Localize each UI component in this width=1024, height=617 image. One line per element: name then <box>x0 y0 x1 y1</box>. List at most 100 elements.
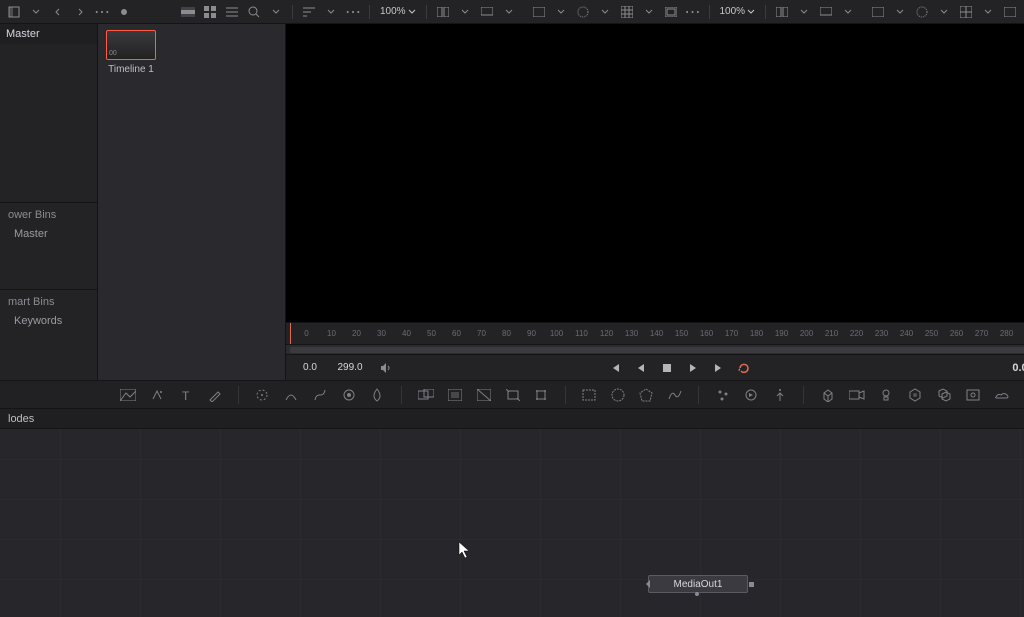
zoom-left[interactable]: 100% <box>376 6 420 17</box>
strip-view-icon[interactable] <box>178 2 198 22</box>
nav-back-icon[interactable] <box>48 2 68 22</box>
chevron-down-icon[interactable] <box>595 2 615 22</box>
merge-tool-icon[interactable] <box>418 385 434 405</box>
ellipsis-icon[interactable]: ⋯ <box>92 2 112 22</box>
more-icon[interactable]: ⋯ <box>343 2 363 22</box>
polygon-mask-icon[interactable] <box>639 385 654 405</box>
loop-icon[interactable] <box>735 358 755 378</box>
chevron-down-icon[interactable] <box>266 2 286 22</box>
nav-fwd-icon[interactable] <box>70 2 90 22</box>
ruler-tick: 240 <box>894 329 919 338</box>
ruler-tick: 230 <box>869 329 894 338</box>
prender-tool-icon[interactable] <box>744 385 759 405</box>
go-end-icon[interactable] <box>709 358 729 378</box>
blur-tool-icon[interactable] <box>370 385 385 405</box>
play-icon[interactable] <box>683 358 703 378</box>
brightness-tool-icon[interactable] <box>284 385 299 405</box>
stop-icon[interactable] <box>657 358 677 378</box>
sort-icon[interactable] <box>299 2 319 22</box>
node-output-socket-icon[interactable] <box>695 592 699 596</box>
chevron-down-icon[interactable] <box>26 2 46 22</box>
resize-tool-icon[interactable] <box>505 385 520 405</box>
viewer-canvas[interactable] <box>286 24 1024 322</box>
current-timecode[interactable]: 0.0 <box>1006 362 1024 374</box>
overlay-icon[interactable] <box>529 2 549 22</box>
media-pool[interactable]: 00 Timeline 1 <box>98 24 286 380</box>
wireframe-icon[interactable] <box>573 2 593 22</box>
ellipse-mask-icon[interactable] <box>610 385 625 405</box>
grid-overlay-icon[interactable] <box>617 2 637 22</box>
search-icon[interactable] <box>244 2 264 22</box>
in-timecode[interactable]: 0.0 <box>296 362 324 373</box>
hue-tool-icon[interactable] <box>341 385 356 405</box>
step-back-icon[interactable] <box>631 358 651 378</box>
grid-view-icon[interactable] <box>200 2 220 22</box>
merge3d-tool-icon[interactable] <box>937 385 952 405</box>
speaker-icon[interactable] <box>376 358 396 378</box>
sidebar-item-keywords[interactable]: Keywords <box>0 312 97 330</box>
ruler-tick: 190 <box>769 329 794 338</box>
node-mediaout1[interactable]: MediaOut1 <box>648 575 748 593</box>
svg-text:T: T <box>182 389 190 401</box>
clip-thumbnail[interactable]: 00 Timeline 1 <box>106 30 156 75</box>
panel-toggle-icon[interactable] <box>4 2 24 22</box>
playhead-icon[interactable] <box>290 323 291 344</box>
fog-tool-icon[interactable] <box>994 385 1010 405</box>
transform-tool-icon[interactable] <box>534 385 549 405</box>
sidebar-item-master[interactable]: Master <box>0 225 97 243</box>
split-icon[interactable] <box>433 2 453 22</box>
nodes-panel-header[interactable]: lodes <box>0 409 1024 429</box>
chevron-down-icon[interactable] <box>639 2 659 22</box>
text-tool-icon[interactable]: T <box>179 385 194 405</box>
chevron-down-icon[interactable] <box>551 2 571 22</box>
chevron-down-icon[interactable] <box>838 2 858 22</box>
scrub-bar[interactable] <box>286 344 1024 354</box>
chevron-down-icon[interactable] <box>890 2 910 22</box>
rectangle-mask-icon[interactable] <box>581 385 596 405</box>
out-timecode[interactable]: 299.0 <box>336 362 364 373</box>
background-tool-icon[interactable] <box>120 385 136 405</box>
ruler-tick: 120 <box>594 329 619 338</box>
chevron-down-icon[interactable] <box>321 2 341 22</box>
pemitter-tool-icon[interactable] <box>773 385 788 405</box>
sidebar-section-power-bins: ower Bins <box>0 205 97 225</box>
safe-area-icon[interactable] <box>1000 2 1020 22</box>
ruler-tick: 130 <box>619 329 644 338</box>
tracker-tool-icon[interactable] <box>255 385 270 405</box>
chevron-down-icon[interactable] <box>455 2 475 22</box>
zoom-right[interactable]: 100% <box>716 6 760 17</box>
nodes-canvas[interactable]: MediaOut1 <box>0 429 1024 617</box>
more-icon[interactable]: ⋯ <box>683 2 703 22</box>
channels-tool-icon[interactable] <box>476 385 491 405</box>
chevron-down-icon[interactable] <box>794 2 814 22</box>
color-curves-tool-icon[interactable] <box>313 385 328 405</box>
go-start-icon[interactable] <box>605 358 625 378</box>
chevron-down-icon[interactable] <box>934 2 954 22</box>
record-icon[interactable] <box>114 2 134 22</box>
light-tool-icon[interactable] <box>879 385 894 405</box>
ruler-tick: 90 <box>519 329 544 338</box>
particles-tool-icon[interactable] <box>715 385 730 405</box>
fastnoise-tool-icon[interactable] <box>150 385 165 405</box>
shape3d-tool-icon[interactable] <box>820 385 835 405</box>
display-icon[interactable] <box>816 2 836 22</box>
render3d-tool-icon[interactable] <box>965 385 980 405</box>
fusion-tool-strip: T <box>0 381 1024 409</box>
paint-tool-icon[interactable] <box>208 385 223 405</box>
chevron-down-icon[interactable] <box>499 2 519 22</box>
ruler-tick: 30 <box>369 329 394 338</box>
display-icon[interactable] <box>477 2 497 22</box>
list-view-icon[interactable] <box>222 2 242 22</box>
mattecontrol-tool-icon[interactable] <box>448 385 463 405</box>
chevron-down-icon[interactable] <box>978 2 998 22</box>
bspline-mask-icon[interactable] <box>668 385 683 405</box>
camera3d-tool-icon[interactable] <box>849 385 865 405</box>
safe-area-icon[interactable] <box>661 2 681 22</box>
split-icon[interactable] <box>772 2 792 22</box>
timeline-ruler[interactable]: 0102030405060708090100110120130140150160… <box>286 322 1024 344</box>
wireframe-icon[interactable] <box>912 2 932 22</box>
image3d-tool-icon[interactable] <box>908 385 923 405</box>
grid-overlay-icon[interactable] <box>956 2 976 22</box>
sidebar-header-master[interactable]: Master <box>0 24 97 44</box>
overlay-icon[interactable] <box>868 2 888 22</box>
